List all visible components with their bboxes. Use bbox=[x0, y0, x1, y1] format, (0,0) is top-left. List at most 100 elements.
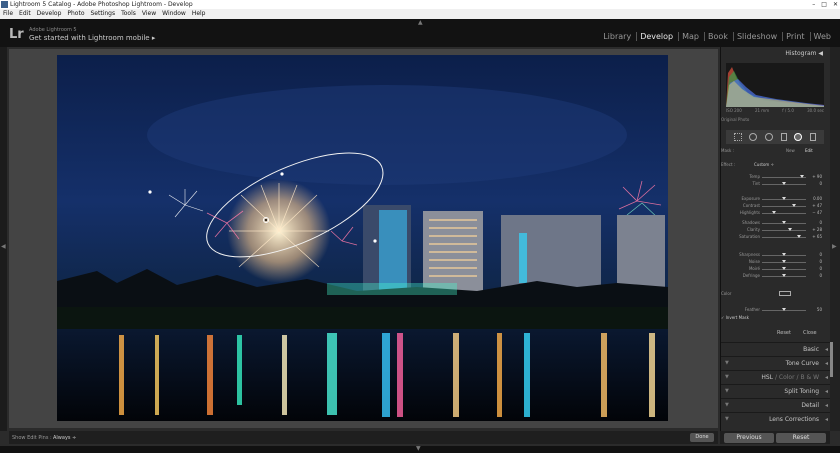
aperture-readout: f / 5.0 bbox=[782, 108, 794, 113]
scrollbar-thumb[interactable] bbox=[830, 342, 833, 377]
minimize-icon[interactable]: – bbox=[812, 0, 815, 9]
slider-thumb[interactable] bbox=[792, 204, 797, 207]
panel-toggle-icon: ▼ bbox=[725, 402, 729, 408]
adjustment-brush-icon[interactable] bbox=[810, 133, 817, 141]
panel-basic[interactable]: Basic bbox=[721, 342, 831, 356]
slider-clarity[interactable]: Clarity + 28 bbox=[726, 227, 824, 233]
slider-thumb[interactable] bbox=[782, 253, 786, 256]
slider-saturation[interactable]: Saturation + 65 bbox=[726, 234, 824, 240]
slider-label: Clarity bbox=[746, 227, 760, 232]
panel-tone-curve[interactable]: ▼ Tone Curve bbox=[721, 356, 831, 370]
spot-removal-icon[interactable] bbox=[749, 133, 758, 141]
slider-thumb[interactable] bbox=[788, 228, 793, 231]
slider-label: Highlights bbox=[739, 210, 760, 215]
maximize-icon[interactable]: □ bbox=[821, 0, 827, 9]
panel-lens-corrections-label: Lens Corrections bbox=[769, 416, 819, 423]
red-eye-icon[interactable] bbox=[765, 133, 774, 141]
menu-view[interactable]: View bbox=[139, 9, 159, 19]
done-button[interactable]: Done bbox=[690, 433, 714, 442]
radial-filter-icon[interactable] bbox=[794, 133, 803, 141]
color-swatch[interactable] bbox=[779, 291, 791, 296]
slider-label: Defringe bbox=[742, 273, 760, 278]
tool-close-button[interactable]: Close bbox=[803, 330, 817, 336]
slider-noise[interactable]: Noise 0 bbox=[726, 259, 824, 265]
panel-detail[interactable]: ▼ Detail bbox=[721, 398, 831, 412]
menu-settings[interactable]: Settings bbox=[88, 9, 119, 19]
slider-thumb[interactable] bbox=[782, 221, 786, 224]
lr-logo-icon: Lr bbox=[9, 27, 24, 42]
graduated-filter-icon[interactable] bbox=[780, 133, 787, 141]
lightroom-mobile-link[interactable]: Get started with Lightroom mobile ▸ bbox=[29, 34, 155, 42]
slider-thumb[interactable] bbox=[782, 274, 786, 277]
show-edit-pins-select[interactable]: Always ÷ bbox=[53, 435, 76, 441]
left-panel-collapsed[interactable]: ◀ bbox=[0, 47, 7, 431]
identity-product-name: Adobe Lightroom 5 bbox=[29, 27, 77, 33]
previous-button[interactable]: Previous bbox=[724, 433, 774, 443]
expand-filmstrip-icon[interactable]: ▼ bbox=[416, 445, 421, 452]
photo-canvas[interactable] bbox=[9, 49, 718, 428]
slider-highlights[interactable]: Highlights − 47 bbox=[726, 210, 824, 216]
slider-track[interactable] bbox=[762, 206, 806, 207]
module-print[interactable]: Print bbox=[782, 32, 807, 41]
menu-develop[interactable]: Develop bbox=[34, 9, 65, 19]
mask-new-button[interactable]: New bbox=[786, 148, 795, 153]
module-web[interactable]: Web bbox=[809, 32, 834, 41]
slider-thumb[interactable] bbox=[796, 235, 801, 238]
slider-temp[interactable]: Temp + 90 bbox=[726, 174, 824, 180]
slider-thumb[interactable] bbox=[782, 260, 786, 263]
module-map[interactable]: Map bbox=[678, 32, 702, 41]
menu-tools[interactable]: Tools bbox=[118, 9, 139, 19]
slider-track[interactable] bbox=[762, 213, 806, 214]
slider-contrast[interactable]: Contrast + 47 bbox=[726, 203, 824, 209]
slider-value: + 28 bbox=[812, 227, 822, 232]
slider-thumb[interactable] bbox=[799, 175, 804, 178]
module-slideshow[interactable]: Slideshow bbox=[732, 32, 780, 41]
slider-defringe[interactable]: Defringe 0 bbox=[726, 273, 824, 279]
menu-help[interactable]: Help bbox=[189, 9, 209, 19]
slider-label: Exposure bbox=[741, 196, 760, 201]
collapse-top-panel-icon[interactable]: ▲ bbox=[418, 19, 423, 26]
close-window-icon[interactable]: ✕ bbox=[833, 0, 838, 9]
slider-thumb[interactable] bbox=[782, 267, 786, 270]
invert-mask-checkbox[interactable]: ✓ Invert Mask bbox=[721, 315, 831, 320]
feather-thumb[interactable] bbox=[782, 308, 786, 311]
slider-sharpness[interactable]: Sharpness 0 bbox=[726, 252, 824, 258]
menu-photo[interactable]: Photo bbox=[64, 9, 87, 19]
slider-thumb[interactable] bbox=[771, 211, 776, 214]
collapse-right-panel-icon[interactable]: ▶ bbox=[832, 243, 837, 250]
feather-slider[interactable]: Feather 50 bbox=[726, 307, 824, 313]
menu-window[interactable]: Window bbox=[159, 9, 189, 19]
mask-edit-button[interactable]: Edit bbox=[805, 148, 813, 153]
slider-thumb[interactable] bbox=[782, 182, 786, 185]
reset-button[interactable]: Reset bbox=[776, 433, 826, 443]
right-panel-scrollbar[interactable]: ▶ bbox=[830, 47, 840, 431]
expand-left-panel-icon[interactable]: ◀ bbox=[1, 243, 6, 250]
panel-hsl-label[interactable]: HSL bbox=[761, 374, 773, 381]
panel-lens-corrections[interactable]: ▼ Lens Corrections bbox=[721, 412, 831, 426]
slider-tint[interactable]: Tint 0 bbox=[726, 181, 824, 187]
slider-label: Saturation bbox=[739, 234, 760, 239]
panel-hsl[interactable]: ▼ HSL / Color / B & W bbox=[721, 370, 831, 384]
slider-thumb[interactable] bbox=[782, 197, 786, 200]
module-develop[interactable]: Develop bbox=[636, 32, 676, 41]
crop-overlay-icon[interactable] bbox=[733, 133, 742, 141]
module-library[interactable]: Library bbox=[600, 32, 634, 41]
slider-value: 0.00 bbox=[813, 196, 822, 201]
slider-moir[interactable]: Moiré 0 bbox=[726, 266, 824, 272]
slider-track[interactable] bbox=[762, 230, 806, 231]
filmstrip-collapsed[interactable]: ▼ bbox=[0, 445, 840, 453]
panel-color-label[interactable]: Color bbox=[779, 374, 795, 381]
menu-file[interactable]: File bbox=[0, 9, 16, 19]
panel-tone-curve-label: Tone Curve bbox=[785, 360, 819, 367]
module-book[interactable]: Book bbox=[704, 32, 731, 41]
slider-shadows[interactable]: Shadows 0 bbox=[726, 220, 824, 226]
histogram-graph[interactable] bbox=[726, 63, 824, 107]
effect-preset-select[interactable]: Custom ÷ bbox=[754, 162, 774, 167]
slider-exposure[interactable]: Exposure 0.00 bbox=[726, 196, 824, 202]
histogram-header[interactable]: Histogram ◀ bbox=[721, 50, 831, 59]
menu-edit[interactable]: Edit bbox=[16, 9, 34, 19]
panel-split-toning[interactable]: ▼ Split Toning bbox=[721, 384, 831, 398]
panel-bw-label[interactable]: B & W bbox=[800, 374, 819, 381]
tool-reset-button[interactable]: Reset bbox=[777, 330, 791, 336]
night-cityscape-photo[interactable] bbox=[57, 55, 668, 421]
